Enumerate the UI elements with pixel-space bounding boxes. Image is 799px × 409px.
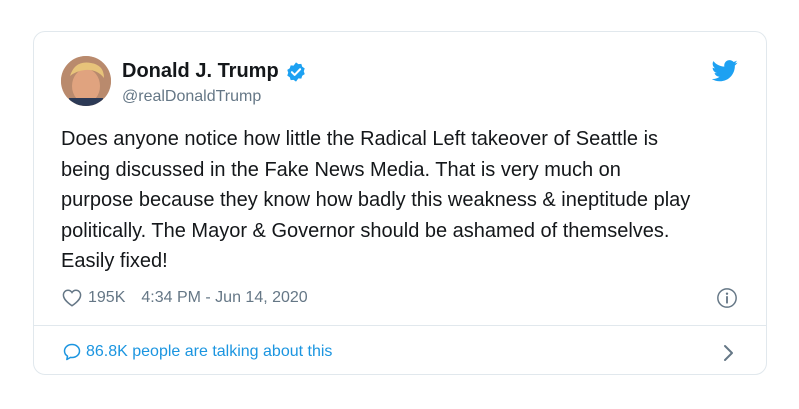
tweet-card[interactable]: Donald J. Trump @realDonaldTrump Does an… (33, 31, 767, 375)
author-name[interactable]: Donald J. Trump (122, 60, 279, 83)
tweet-meta: 195K 4:34 PM - Jun 14, 2020 (62, 289, 308, 307)
author-handle[interactable]: @realDonaldTrump (122, 88, 261, 106)
avatar[interactable] (61, 56, 111, 106)
heart-icon[interactable] (62, 289, 82, 307)
info-icon[interactable] (716, 287, 738, 309)
chevron-right-icon[interactable] (722, 342, 736, 364)
timestamp[interactable]: 4:34 PM - Jun 14, 2020 (141, 289, 307, 307)
conversation-label[interactable]: 86.8K people are talking about this (86, 343, 332, 361)
verified-badge-icon (286, 61, 305, 82)
twitter-bird-icon[interactable] (712, 60, 738, 82)
speech-bubble-icon (63, 343, 81, 361)
conversation-link[interactable]: 86.8K people are talking about this (62, 342, 332, 362)
like-count[interactable]: 195K (88, 289, 125, 307)
divider (34, 325, 766, 326)
tweet-text: Does anyone notice how little the Radica… (61, 128, 691, 272)
avatar-image (61, 56, 111, 106)
author-row: Donald J. Trump (122, 60, 307, 83)
